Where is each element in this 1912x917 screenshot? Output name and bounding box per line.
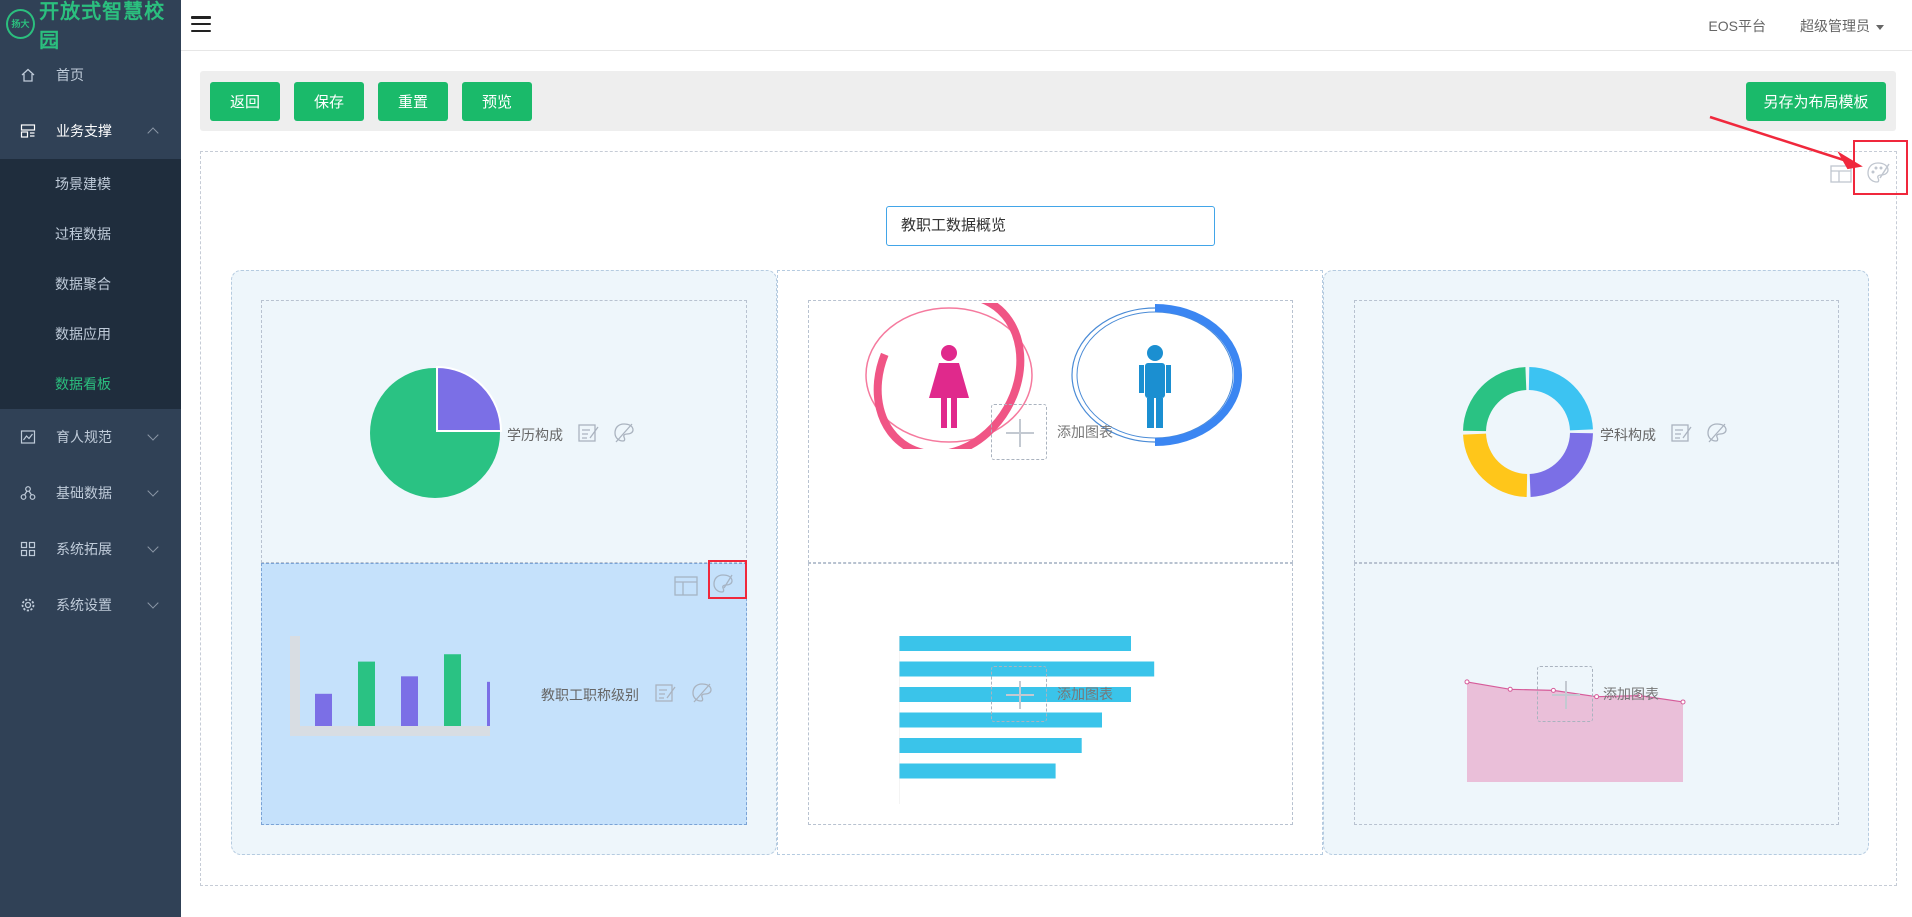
edit-icon[interactable] (577, 421, 601, 445)
palette-icon[interactable] (690, 681, 714, 705)
hbar-mark (899, 763, 1056, 779)
add-icon (991, 404, 1047, 460)
add-chart-label: 添加图表 (1057, 686, 1113, 702)
caret-down-icon (1876, 24, 1884, 30)
title-level-bar-chart (290, 636, 490, 736)
chevron-down-icon (147, 541, 159, 553)
home-icon (20, 67, 36, 83)
sidebar-item-basic-data[interactable]: 基础数据 (0, 465, 181, 521)
chart-cell-subject[interactable]: 学科构成 (1354, 300, 1839, 563)
area-point (1464, 679, 1470, 685)
chart-cell-horizontal-bars[interactable]: 添加图表 (808, 563, 1293, 825)
sidebar-item-business-support[interactable]: 业务支撑 (0, 103, 181, 159)
user-menu[interactable]: 超级管理员 (1800, 16, 1884, 36)
submenu-item-process-data[interactable]: 过程数据 (0, 209, 181, 259)
palette-icon[interactable] (612, 421, 636, 445)
annotation-arrow-icon (1709, 115, 1863, 170)
top-bar: EOS平台 超级管理员 (181, 0, 1912, 51)
chart-cell-education[interactable]: 学历构成 (261, 300, 747, 563)
add-icon (1537, 666, 1593, 722)
sidebar-item-label: 业务支撑 (56, 123, 112, 139)
chevron-down-icon (147, 597, 159, 609)
sidebar-item-system-extension[interactable]: 系统拓展 (0, 521, 181, 577)
subject-donut-chart (1463, 367, 1593, 497)
donut-slice (1529, 432, 1593, 497)
bar-mark (315, 693, 332, 726)
gear-icon (20, 597, 36, 613)
edit-icon[interactable] (1670, 421, 1694, 445)
donut-slice (1528, 367, 1593, 431)
menu-toggle-icon[interactable] (191, 16, 211, 32)
brand-title: 开放式智慧校园 (39, 0, 166, 52)
submenu-item-data-application[interactable]: 数据应用 (0, 309, 181, 359)
bar-chart-axis-x (290, 726, 490, 736)
bar-mark (444, 654, 461, 726)
add-chart-label: 添加图表 (1057, 424, 1113, 440)
sidebar: 扬大 开放式智慧校园 首页 业务支撑 场景建模 过程数据 数据聚合 数据应用 数… (0, 0, 181, 917)
cell-label-education: 学历构成 (507, 427, 563, 443)
layout-icon[interactable] (674, 574, 698, 598)
sidebar-item-education-norms[interactable]: 育人规范 (0, 409, 181, 465)
grid-icon (20, 541, 36, 557)
hbar-mark (899, 738, 1082, 753)
chart-icon (20, 429, 36, 445)
pie-slice-minor (436, 366, 502, 432)
chart-cell-area[interactable]: 添加图表 (1354, 563, 1839, 825)
submenu-business-support: 场景建模 过程数据 数据聚合 数据应用 数据看板 (0, 159, 181, 409)
cell-label-subject: 学科构成 (1600, 427, 1656, 443)
logo-mark-icon: 扬大 (6, 8, 36, 39)
area-point (1507, 686, 1513, 692)
highlight-box (708, 560, 747, 599)
add-chart-button[interactable]: 添加图表 (991, 666, 1113, 722)
male-figure-icon (1139, 345, 1171, 428)
chevron-down-icon (147, 485, 159, 497)
education-pie-chart (370, 366, 502, 498)
dashboard-icon (20, 123, 36, 139)
add-icon (991, 666, 1047, 722)
sidebar-item-label: 首页 (56, 67, 84, 83)
area-point (1680, 699, 1686, 705)
bar-mark (401, 676, 418, 726)
back-button[interactable]: 返回 (210, 82, 280, 121)
sidebar-item-label: 育人规范 (56, 429, 112, 445)
reset-button[interactable]: 重置 (378, 82, 448, 121)
preview-button[interactable]: 预览 (462, 82, 532, 121)
logo[interactable]: 扬大 开放式智慧校园 (0, 0, 181, 52)
user-name: 超级管理员 (1800, 18, 1870, 34)
sidebar-item-label: 系统设置 (56, 597, 112, 613)
bar-chart-axis-y (290, 636, 300, 736)
submenu-item-data-board[interactable]: 数据看板 (0, 359, 181, 409)
nodes-icon (20, 485, 36, 501)
editor-toolbar: 返回 保存 重置 预览 另存为布局模板 (200, 71, 1896, 131)
sidebar-item-home[interactable]: 首页 (0, 47, 181, 103)
sidebar-item-label: 基础数据 (56, 485, 112, 501)
chevron-up-icon (147, 127, 159, 139)
palette-icon[interactable] (1705, 421, 1729, 445)
board-title-input[interactable]: 教职工数据概览 (886, 206, 1215, 246)
save-button[interactable]: 保存 (294, 82, 364, 121)
chart-cell-gender[interactable]: 添加图表 (808, 300, 1293, 563)
chevron-down-icon (147, 429, 159, 441)
female-figure-icon (929, 345, 969, 428)
cell-label-title-level: 教职工职称级别 (541, 687, 639, 703)
bar-mark (487, 681, 490, 726)
bar-mark (358, 661, 375, 726)
donut-slice (1463, 433, 1528, 497)
add-chart-button[interactable]: 添加图表 (991, 404, 1113, 460)
submenu-item-data-aggregation[interactable]: 数据聚合 (0, 259, 181, 309)
platform-link[interactable]: EOS平台 (1708, 16, 1766, 36)
donut-slice (1463, 367, 1527, 432)
edit-icon[interactable] (654, 681, 678, 705)
chart-cell-title-level[interactable]: 教职工职称级别 (261, 560, 747, 825)
hbar-mark (899, 636, 1131, 651)
add-chart-button[interactable]: 添加图表 (1537, 666, 1659, 722)
add-chart-label: 添加图表 (1603, 686, 1659, 702)
sidebar-item-system-settings[interactable]: 系统设置 (0, 577, 181, 633)
submenu-item-scene-modeling[interactable]: 场景建模 (0, 159, 181, 209)
sidebar-item-label: 系统拓展 (56, 541, 112, 557)
